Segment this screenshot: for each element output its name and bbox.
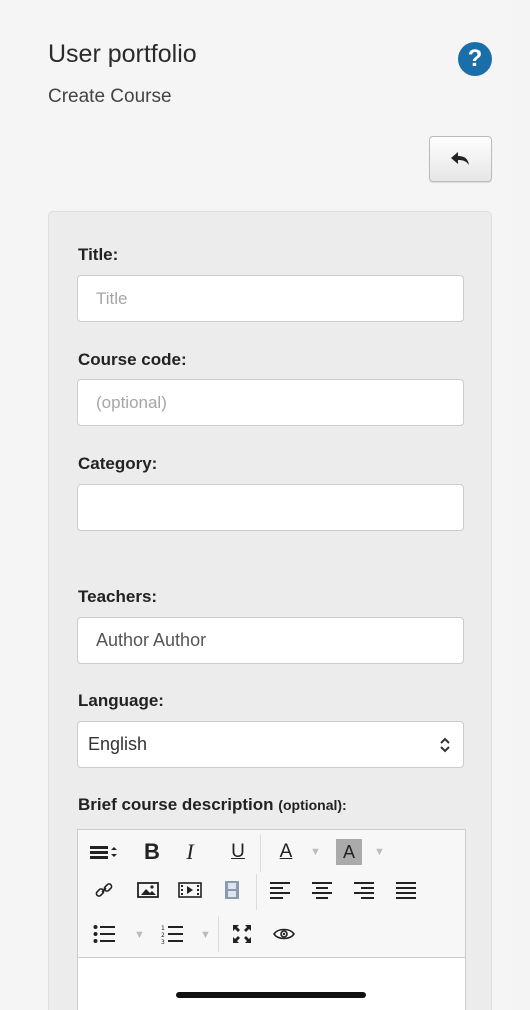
align-justify-icon[interactable] [392, 874, 420, 906]
fullscreen-icon[interactable] [228, 918, 256, 950]
category-label: Category: [78, 454, 158, 473]
bold-icon[interactable]: B [138, 836, 166, 868]
back-button[interactable] [429, 136, 492, 182]
svg-text:1: 1 [161, 925, 165, 932]
category-input[interactable] [77, 484, 464, 531]
select-caret-icon [440, 737, 450, 753]
align-center-icon[interactable] [308, 874, 336, 906]
link-icon[interactable] [90, 874, 118, 906]
highlight-color-icon[interactable]: A [336, 839, 362, 865]
help-icon[interactable]: ? [458, 42, 492, 76]
page-subtitle: Create Course [48, 86, 172, 107]
title-label: Title: [78, 245, 119, 264]
description-optional: (optional): [278, 797, 347, 813]
language-label: Language: [78, 691, 164, 710]
svg-text:2: 2 [161, 932, 165, 939]
course-code-label: Course code: [78, 350, 187, 369]
font-color-dropdown-icon[interactable]: ▼ [310, 846, 321, 858]
italic-icon[interactable]: I [176, 836, 204, 868]
unordered-list-dropdown-icon[interactable]: ▼ [134, 929, 145, 941]
reply-arrow-icon [450, 152, 469, 165]
paragraph-format-icon[interactable] [88, 836, 122, 868]
font-color-icon[interactable]: A [272, 836, 300, 868]
align-right-icon[interactable] [350, 874, 378, 906]
language-value: English [88, 734, 148, 754]
language-select[interactable]: English [77, 721, 464, 768]
video-icon[interactable] [176, 874, 204, 906]
svg-text:3: 3 [161, 939, 165, 944]
description-editor[interactable]: B I U A ▼ A ▼ ▼ 1 2 3 ▼ [77, 829, 466, 1010]
preview-icon[interactable] [270, 918, 298, 950]
highlight-dropdown-icon[interactable]: ▼ [374, 846, 385, 858]
description-label-text: Brief course description [78, 795, 274, 814]
ordered-list-dropdown-icon[interactable]: ▼ [200, 929, 211, 941]
film-icon[interactable] [218, 874, 246, 906]
course-code-input[interactable]: (optional) [77, 379, 464, 426]
image-icon[interactable] [134, 874, 162, 906]
editor-toolbar: B I U A ▼ A ▼ ▼ 1 2 3 ▼ [78, 830, 465, 958]
toolbar-separator [256, 874, 257, 910]
page-title: User portfolio [48, 40, 197, 68]
teachers-input[interactable]: Author Author [77, 617, 464, 664]
home-indicator [176, 992, 366, 998]
ordered-list-icon[interactable]: 123 [158, 918, 186, 950]
unordered-list-icon[interactable] [90, 918, 118, 950]
toolbar-separator [218, 916, 219, 952]
page: User portfolio Create Course ? Title: Ti… [0, 0, 512, 1010]
title-input[interactable]: Title [77, 275, 464, 322]
teachers-label: Teachers: [78, 587, 158, 606]
underline-icon[interactable]: U [224, 836, 252, 868]
align-left-icon[interactable] [266, 874, 294, 906]
description-label: Brief course description (optional): [78, 795, 347, 815]
toolbar-separator [260, 834, 261, 872]
